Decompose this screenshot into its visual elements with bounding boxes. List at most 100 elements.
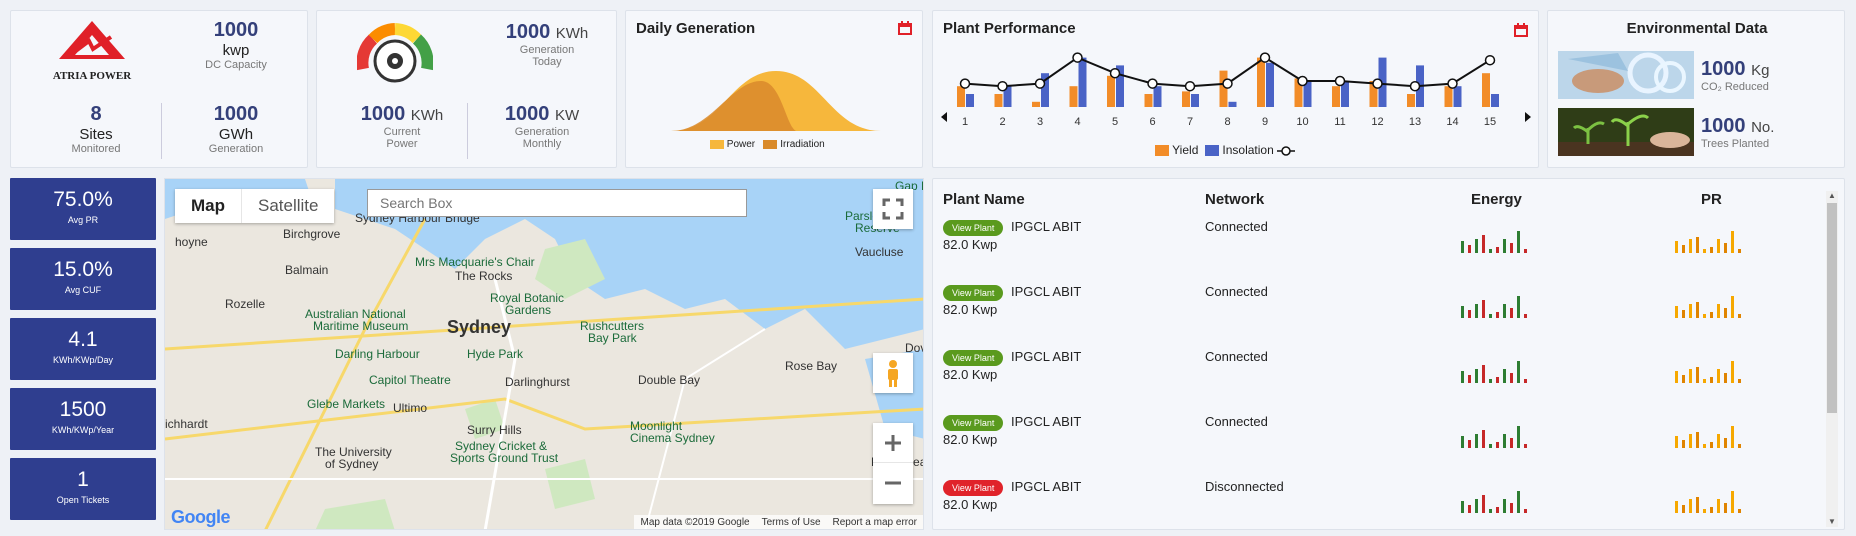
scroll-thumb[interactable] [1827, 203, 1837, 413]
plant-performance-card: Plant Performance 1 2 3 4 5 6 7 8 9 10 11 12 13 14 15 … [932, 10, 1539, 168]
sites-value: 8 [90, 103, 102, 125]
chart-prev-arrow[interactable] [941, 112, 947, 122]
plant-capacity: 82.0 Kwp [943, 497, 998, 512]
monthly-value: 1000 [504, 103, 550, 125]
insolation-bar [1153, 86, 1162, 107]
kpi-open-tickets[interactable]: 1 Open Tickets [10, 458, 156, 520]
fullscreen-icon [882, 198, 904, 220]
insolation-bar [1191, 94, 1199, 107]
plant-capacity: 82.0 Kwp [943, 432, 998, 447]
tab-map[interactable]: Map [175, 189, 242, 223]
legend-yield: Yield [1172, 143, 1199, 157]
kpi-label: Open Tickets [56, 495, 110, 505]
plant-table-card: Plant Name Network Energy PR View Plant … [932, 178, 1845, 530]
pr-sparkline [1675, 292, 1747, 323]
performance-title: Plant Performance [943, 20, 1076, 37]
legend-line-marker [1277, 146, 1296, 156]
co2-image [1558, 51, 1694, 99]
line-point [1372, 78, 1383, 89]
capacity-unit: kwp [222, 42, 250, 59]
google-logo[interactable]: Google [171, 507, 231, 528]
view-plant-button[interactable]: View Plant [943, 414, 1004, 431]
map-type-toggle: Map Satellite [175, 189, 335, 223]
calendar-icon[interactable] [898, 21, 912, 35]
yield-bar [1182, 91, 1190, 107]
zoom-out-button[interactable] [873, 463, 913, 503]
sites-unit: Sites [79, 126, 113, 143]
x-tick-label: 15 [1484, 116, 1496, 128]
line-point [1072, 52, 1083, 63]
energy-sparkline [1461, 487, 1533, 518]
table-scrollbar[interactable]: ▲ ▼ [1826, 191, 1838, 527]
yield-bar [1332, 86, 1340, 107]
energy-sparkline [1461, 357, 1533, 388]
report-error-link[interactable]: Report a map error [833, 517, 917, 529]
street-view-button[interactable] [873, 353, 913, 393]
network-status: Connected [1205, 349, 1268, 364]
table-row: View Plant IPGCL ABIT 82.0 Kwp Connected [933, 219, 1803, 284]
map-search-input[interactable] [367, 189, 747, 217]
fullscreen-button[interactable] [873, 189, 913, 229]
daily-title: Daily Generation [636, 20, 756, 37]
kpi-value: 4.1 [68, 328, 98, 351]
scroll-down-icon[interactable]: ▼ [1826, 517, 1838, 527]
view-plant-button[interactable]: View Plant [943, 284, 1004, 301]
network-status: Connected [1205, 414, 1268, 429]
tab-satellite[interactable]: Satellite [242, 189, 334, 223]
col-header-energy[interactable]: Energy [1471, 191, 1522, 208]
generation-value: 1000 [213, 103, 259, 125]
view-plant-button[interactable]: View Plant [943, 219, 1004, 236]
map-panel[interactable]: hoyne Sydney Harbour Bridge Birchgrove B… [164, 178, 924, 530]
col-header-plant-name[interactable]: Plant Name [943, 191, 1025, 208]
network-status: Connected [1205, 219, 1268, 234]
performance-chart: 1 2 3 4 5 6 7 8 9 10 11 12 13 14 15 [941, 52, 1531, 128]
map-canvas[interactable] [165, 179, 924, 530]
trees-value: 1000 [1701, 115, 1746, 137]
monthly-label-2: Monthly [522, 138, 562, 150]
environmental-card: Environmental Data 1000 Kg CO₂ Reduced 1… [1547, 10, 1845, 168]
power-card: 1000 KWh Generation Today 1000 KWh Curre… [316, 10, 617, 168]
kpi-label: KWh/KWp/Day [52, 355, 113, 365]
chart-next-arrow[interactable] [1525, 112, 1531, 122]
line-point [1147, 78, 1158, 89]
x-tick-label: 4 [1074, 116, 1080, 128]
scroll-up-icon[interactable]: ▲ [1826, 191, 1838, 201]
current-label-2: Power [386, 138, 418, 150]
brand-name: ATRIA POWER [52, 70, 132, 82]
x-tick-label: 2 [999, 116, 1005, 128]
environment-title: Environmental Data [1626, 20, 1768, 37]
trees-label: Trees Planted [1701, 138, 1770, 150]
terms-link[interactable]: Terms of Use [762, 517, 821, 529]
view-plant-button[interactable]: View Plant [943, 349, 1004, 366]
zoom-control [873, 423, 913, 504]
current-value: 1000 [360, 103, 406, 125]
pr-sparkline [1675, 357, 1747, 388]
today-value: 1000 [505, 21, 551, 43]
line-point [1484, 54, 1496, 66]
x-tick-label: 6 [1149, 116, 1155, 128]
calendar-icon[interactable] [1514, 23, 1528, 37]
line-point [997, 80, 1008, 92]
line-point [1034, 78, 1046, 89]
kpi-label: Avg CUF [64, 285, 102, 295]
x-tick-label: 10 [1296, 116, 1308, 128]
line-point [1297, 75, 1308, 87]
energy-sparkline [1461, 227, 1533, 258]
kpi-kwh-day: 4.1 KWh/KWp/Day [10, 318, 156, 380]
zoom-in-button[interactable] [873, 423, 913, 463]
yield-bar [1107, 75, 1115, 107]
x-tick-label: 14 [1446, 116, 1458, 128]
divider [161, 103, 162, 159]
table-row: View Plant IPGCL ABIT 82.0 Kwp Connected [933, 414, 1803, 479]
daily-generation-chart [671, 71, 881, 131]
trees-image [1558, 108, 1694, 156]
view-plant-button[interactable]: View Plant [943, 479, 1004, 496]
atria-logo: ATRIA POWER [49, 19, 135, 82]
energy-sparkline [1461, 292, 1533, 323]
insolation-bar [1453, 86, 1462, 107]
insolation-bar [1266, 62, 1274, 107]
network-status: Connected [1205, 284, 1268, 299]
col-header-pr[interactable]: PR [1701, 191, 1722, 208]
col-header-network[interactable]: Network [1205, 191, 1264, 208]
atria-logo-mark [59, 21, 125, 59]
